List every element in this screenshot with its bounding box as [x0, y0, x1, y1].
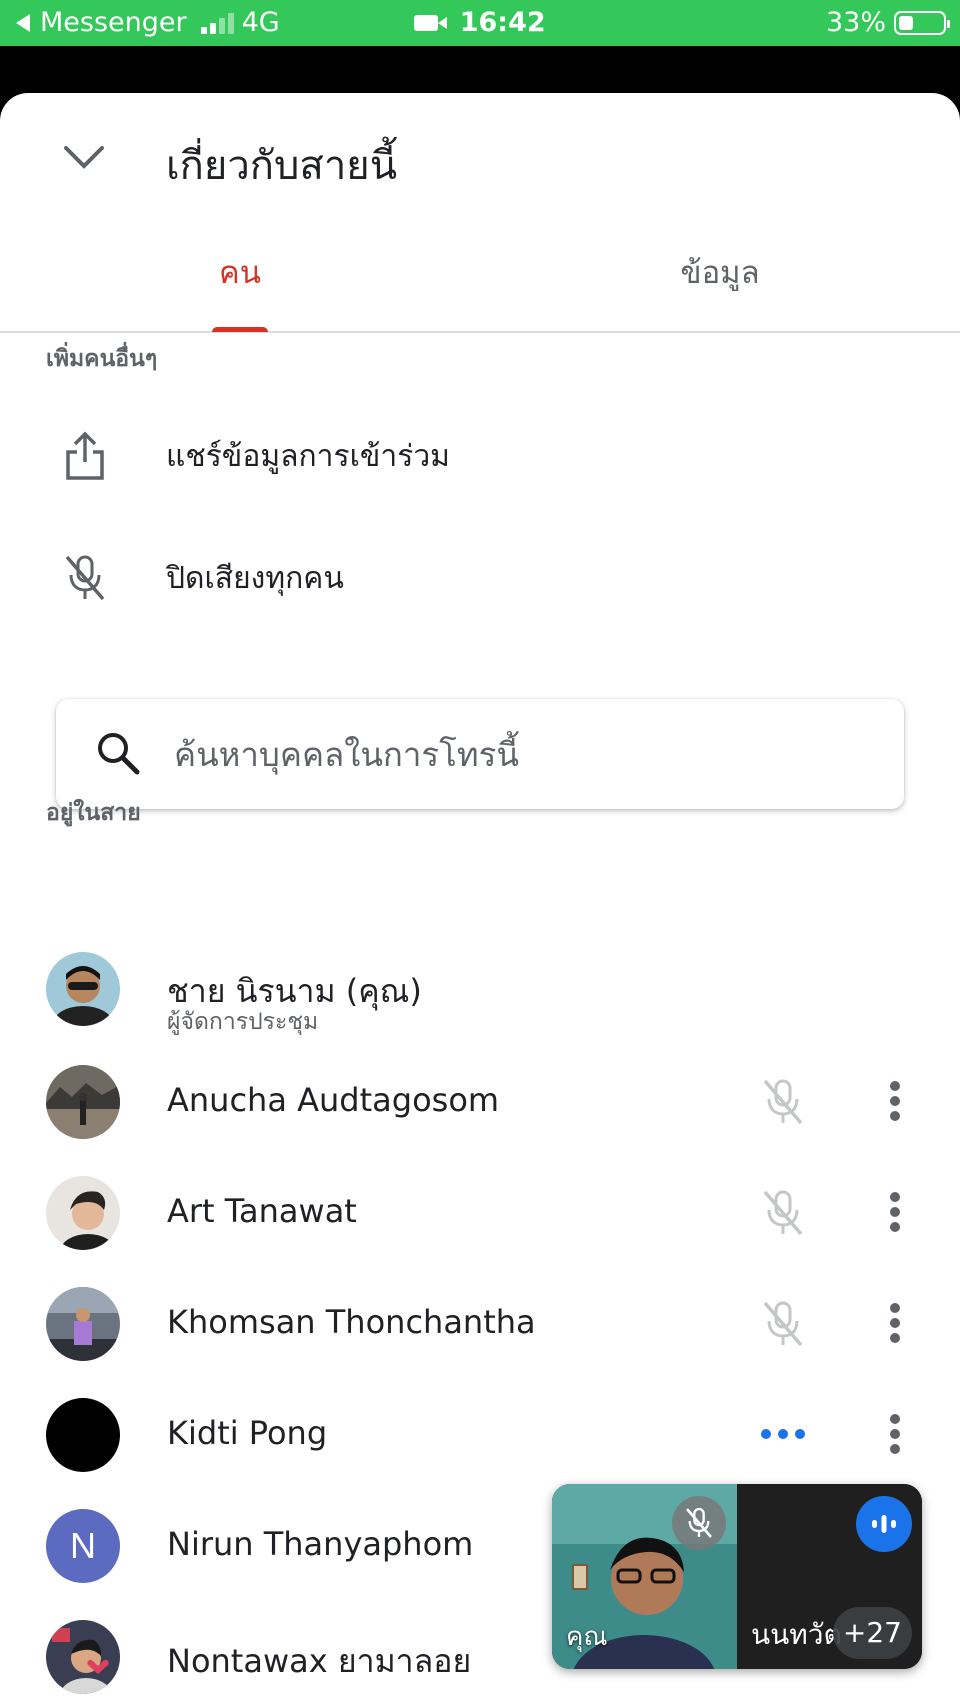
battery-icon — [894, 10, 950, 35]
search-input[interactable] — [174, 719, 874, 789]
sheet-header: เกี่ยวกับสายนี้ — [0, 93, 960, 223]
audio-wave-icon — [872, 1515, 896, 1533]
collapse-button[interactable] — [56, 133, 112, 183]
self-label: คุณ — [566, 1622, 608, 1652]
more-options-button[interactable] — [870, 1073, 920, 1129]
share-joining-info-button[interactable]: แชร์ข้อมูลการเข้าร่วม — [0, 411, 960, 501]
avatar — [46, 1065, 120, 1139]
tab-people[interactable]: คน — [0, 243, 480, 331]
share-icon — [58, 429, 112, 483]
audio-level-indicator — [856, 1496, 912, 1552]
clock: 16:42 — [459, 7, 546, 38]
participant-row[interactable]: ชาย นิรนาม (คุณ) ผู้จัดการประชุม — [0, 938, 960, 1038]
search-icon — [98, 733, 140, 775]
battery-percent: 33% — [825, 7, 886, 38]
active-tab-indicator — [212, 327, 268, 332]
participant-row[interactable]: Kidti Pong — [0, 1384, 960, 1484]
avatar — [46, 1287, 120, 1361]
avatar: N — [46, 1509, 120, 1583]
mute-all-button[interactable]: ปิดเสียงทุกคน — [0, 533, 960, 623]
status-bar: Messenger 4G 16:42 33% — [0, 0, 960, 46]
more-vert-icon — [890, 1192, 900, 1232]
participant-name: Art Tanawat — [167, 1192, 357, 1230]
more-vert-icon — [890, 1414, 900, 1454]
speaker-label: นนทวัต — [751, 1618, 842, 1651]
participant-name: Nirun Thanyaphom — [167, 1525, 474, 1563]
more-vert-icon — [890, 1081, 900, 1121]
more-options-button[interactable] — [870, 1406, 920, 1462]
avatar — [46, 1620, 120, 1694]
picture-in-picture[interactable]: คุณ นนทวัต +27 — [552, 1484, 922, 1669]
more-vert-icon — [890, 1303, 900, 1343]
avatar — [46, 952, 120, 1026]
more-participants-count[interactable]: +27 — [832, 1607, 912, 1659]
participant-row[interactable]: Khomsan Thonchantha — [0, 1273, 960, 1373]
participant-name: Anucha Audtagosom — [167, 1081, 500, 1119]
share-joining-info-label: แชร์ข้อมูลการเข้าร่วม — [166, 439, 450, 474]
add-others-heading: เพิ่มคนอื่นๆ — [46, 346, 158, 372]
participant-name: Kidti Pong — [167, 1414, 328, 1452]
page-title: เกี่ยวกับสายนี้ — [166, 143, 398, 189]
video-camera-icon — [414, 15, 448, 31]
participant-name: Khomsan Thonchantha — [167, 1303, 536, 1341]
mic-off-icon — [58, 551, 112, 605]
mic-off-icon — [763, 1301, 803, 1347]
mic-off-icon — [763, 1079, 803, 1125]
speaker-tile[interactable]: นนทวัต +27 — [737, 1484, 922, 1669]
mic-off-icon — [685, 1507, 713, 1538]
participant-row[interactable]: Art Tanawat — [0, 1162, 960, 1262]
self-video-tile[interactable]: คุณ — [552, 1484, 737, 1669]
participant-name: Nontawax ยามาลอย — [167, 1642, 472, 1680]
call-details-sheet: เกี่ยวกับสายนี้ คน ข้อมูล เพิ่มคนอื่นๆ แ… — [0, 93, 960, 1707]
speaking-indicator-icon — [761, 1429, 805, 1439]
people-search-box[interactable] — [56, 699, 904, 809]
avatar — [46, 1398, 120, 1472]
more-options-button[interactable] — [870, 1295, 920, 1351]
chevron-down-icon — [64, 146, 104, 169]
more-options-button[interactable] — [870, 1184, 920, 1240]
participant-role: ผู้จัดการประชุม — [167, 1009, 319, 1035]
mute-all-label: ปิดเสียงทุกคน — [166, 561, 344, 596]
tab-bar: คน ข้อมูล — [0, 243, 960, 333]
avatar — [46, 1176, 120, 1250]
mic-off-icon — [763, 1190, 803, 1236]
tab-info[interactable]: ข้อมูล — [480, 243, 960, 331]
self-mute-button[interactable] — [672, 1496, 726, 1550]
in-call-heading: อยู่ในสาย — [46, 800, 141, 826]
participant-row[interactable]: Anucha Audtagosom — [0, 1051, 960, 1151]
